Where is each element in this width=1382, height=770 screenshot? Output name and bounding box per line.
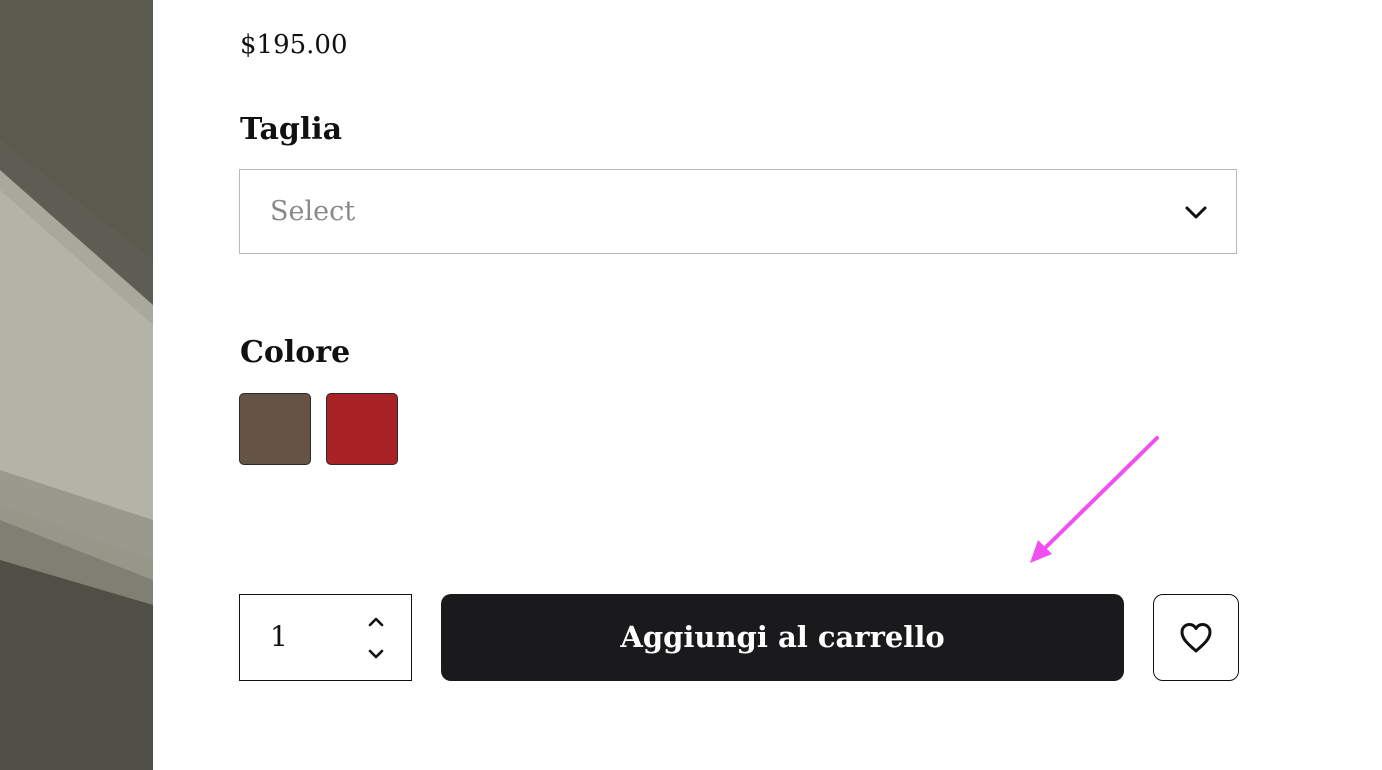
color-swatch-brown[interactable] (239, 393, 311, 465)
size-select-placeholder: Select (270, 196, 356, 227)
color-title: Colore (240, 335, 351, 370)
size-select[interactable]: Select (239, 169, 1237, 254)
chevron-down-icon (1184, 200, 1208, 224)
chevron-up-icon[interactable] (363, 611, 389, 633)
size-title: Taglia (240, 112, 343, 147)
quantity-value[interactable]: 1 (270, 619, 288, 655)
add-to-cart-button[interactable]: Aggiungi al carrello (441, 594, 1124, 681)
color-swatch-red[interactable] (326, 393, 398, 465)
heart-icon (1180, 623, 1212, 653)
product-image (0, 0, 153, 770)
wishlist-button[interactable] (1153, 594, 1239, 681)
chevron-down-icon[interactable] (363, 643, 389, 665)
quantity-stepper[interactable]: 1 (239, 594, 412, 681)
product-price: $195.00 (240, 30, 348, 60)
